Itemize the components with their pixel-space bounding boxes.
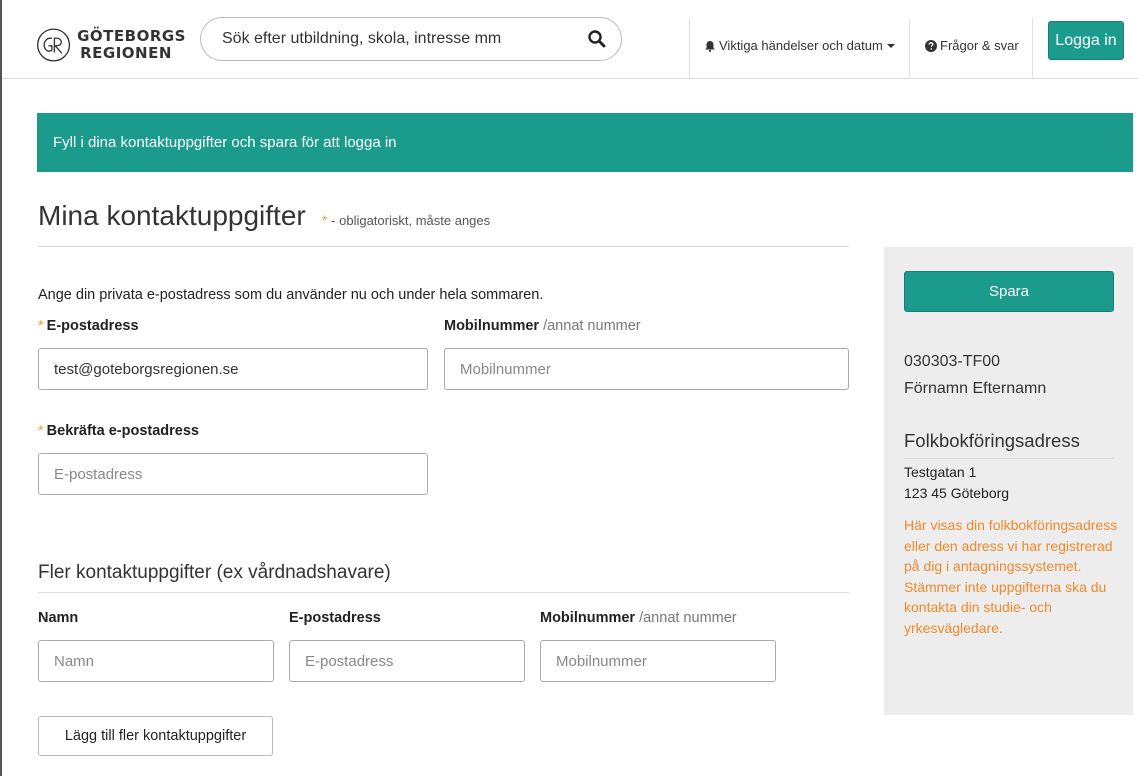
required-marker: * (321, 212, 328, 228)
email-label: * E-postadress (38, 318, 139, 334)
address-line2: 123 45 Göteborg (904, 485, 1010, 501)
nav-divider (1032, 18, 1033, 78)
contact-name-label-text: Namn (38, 610, 79, 626)
contact-name-field[interactable] (38, 640, 274, 682)
confirm-email-label-text: Bekräfta e-postadress (46, 423, 199, 439)
nav-faq-label: Frågor & svar (940, 38, 1019, 53)
required-legend: - obligatoriskt, måste anges (331, 213, 491, 228)
logo-line1: GÖTEBORGS (77, 27, 186, 45)
search-input[interactable] (201, 18, 587, 60)
required-marker: * (38, 423, 44, 439)
contact-email-label-text: E-postadress (289, 610, 381, 626)
mobile-label: Mobilnummer /annat nummer (444, 318, 641, 334)
info-banner: Fyll i dina kontaktuppgifter och spara f… (37, 113, 1133, 172)
contact-mobile-label-text: Mobilnummer (540, 610, 636, 626)
contact-mobile-label-sub: /annat nummer (639, 610, 737, 626)
contact-mobile-field[interactable] (540, 640, 776, 682)
site-header: GÖTEBORGS REGIONEN Viktiga händelser och… (2, 0, 1138, 79)
contact-email-label: E-postadress (289, 610, 381, 626)
more-contacts-title: Fler kontaktuppgifter (ex vårdnadshavare… (38, 562, 391, 583)
nav-divider (689, 18, 690, 78)
nav-faq-link[interactable]: Frågor & svar (925, 38, 1019, 53)
email-label-text: E-postadress (46, 318, 139, 334)
logo-text: GÖTEBORGS REGIONEN (77, 28, 186, 62)
nav-events-label: Viktiga händelser och datum (719, 38, 883, 53)
logo-line2: REGIONEN (80, 44, 172, 62)
bell-icon (705, 40, 715, 52)
page-title: Mina kontaktuppgifter * - obligatoriskt,… (38, 200, 490, 232)
person-name: Förnamn Efternamn (904, 380, 1047, 397)
required-marker: * (38, 318, 44, 334)
sidebar-panel: Spara 030303-TF00 Förnamn Efternamn Folk… (884, 247, 1133, 715)
info-banner-text: Fyll i dina kontaktuppgifter och spara f… (53, 134, 397, 151)
page-title-text: Mina kontaktuppgifter (38, 200, 306, 231)
contact-email-field[interactable] (289, 640, 525, 682)
address-line1: Testgatan 1 (904, 464, 977, 480)
nav-events-dropdown[interactable]: Viktiga händelser och datum (704, 38, 895, 53)
person-id: 030303-TF00 (904, 353, 1001, 370)
form-intro: Ange din privata e-postadress som du anv… (38, 287, 544, 303)
logo-icon (37, 28, 71, 62)
mobile-label-sub: /annat nummer (543, 318, 641, 334)
logo[interactable]: GÖTEBORGS REGIONEN (36, 22, 186, 68)
address-note: Här visas din folkbokföringsadress eller… (904, 517, 1118, 636)
confirm-email-label: * Bekräfta e-postadress (38, 423, 199, 439)
login-button[interactable]: Logga in (1048, 21, 1124, 60)
mobile-label-text: Mobilnummer (444, 318, 540, 334)
add-contact-button[interactable]: Lägg till fler kontaktuppgifter (38, 716, 273, 756)
search-icon[interactable] (587, 29, 607, 49)
save-button[interactable]: Spara (904, 271, 1114, 312)
email-field[interactable] (38, 348, 428, 390)
title-divider (38, 246, 849, 247)
confirm-email-field[interactable] (38, 453, 428, 495)
chevron-down-icon (886, 43, 895, 48)
address-divider (904, 458, 1114, 459)
nav-divider (909, 18, 910, 78)
contact-name-label: Namn (38, 610, 78, 626)
more-contacts-divider (38, 592, 849, 593)
search-box (200, 17, 622, 61)
mobile-field[interactable] (444, 348, 849, 390)
contact-mobile-label: Mobilnummer /annat nummer (540, 610, 737, 626)
address-heading: Folkbokföringsadress (904, 430, 1080, 451)
question-icon (925, 39, 937, 52)
